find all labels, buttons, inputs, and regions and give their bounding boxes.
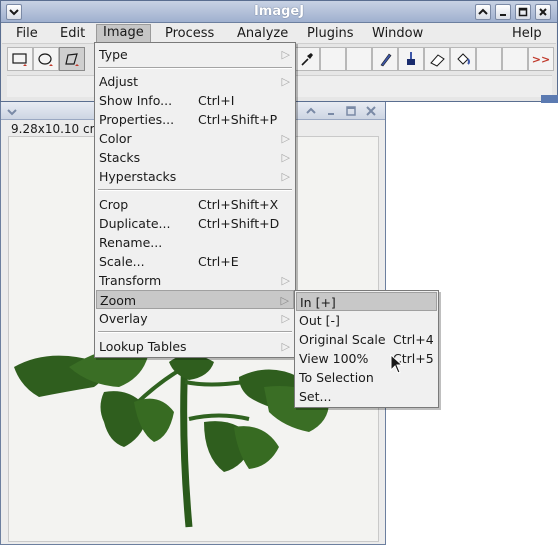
menu-item-crop-shortcut: Ctrl+Shift+X — [198, 197, 279, 212]
polygon-selection-tool-icon[interactable] — [59, 47, 85, 71]
paintbrush-tool-icon[interactable] — [398, 47, 424, 71]
oval-selection-tool-icon[interactable] — [33, 47, 59, 71]
close-icon[interactable] — [535, 4, 551, 20]
window-title: ImageJ — [253, 4, 305, 19]
menu-item-properties[interactable]: Properties... Ctrl+Shift+P — [96, 110, 294, 129]
menu-edit[interactable]: Edit — [54, 25, 91, 43]
color-picker-tool-icon[interactable] — [294, 47, 320, 71]
menu-item-overlay[interactable]: Overlay ▷ — [96, 309, 294, 328]
menu-item-overlay-label: Overlay — [99, 311, 148, 326]
image-info-text: 9.28x10.10 cm — [11, 122, 102, 136]
menu-item-adjust[interactable]: Adjust ▷ — [96, 72, 294, 91]
menu-item-transform[interactable]: Transform ▷ — [96, 271, 294, 290]
menu-item-crop-label: Crop — [99, 197, 129, 212]
menu-item-stacks[interactable]: Stacks ▷ — [96, 148, 294, 167]
zoom-in-label: In [+] — [300, 295, 336, 310]
original-scale-item[interactable]: Original Scale Ctrl+4 — [296, 330, 437, 349]
menu-file[interactable]: File — [10, 25, 44, 43]
maximize-icon[interactable] — [515, 4, 531, 20]
menu-item-transform-label: Transform — [99, 273, 162, 288]
menu-item-duplicate-label: Duplicate... — [99, 216, 171, 231]
menu-item-scale-label: Scale... — [99, 254, 145, 269]
submenu-arrow-icon: ▷ — [281, 340, 290, 353]
zoom-out-item[interactable]: Out [-] — [296, 311, 437, 330]
menu-image[interactable]: Image — [96, 24, 151, 44]
minimize-icon[interactable] — [495, 4, 511, 20]
menu-item-color-label: Color — [99, 131, 132, 146]
menu-separator — [98, 67, 292, 69]
submenu-arrow-icon: ▷ — [281, 151, 290, 164]
view-100-label: View 100% — [299, 351, 369, 366]
menu-bar: File Edit Image Process Analyze Plugins … — [2, 23, 556, 44]
image-shade-up-icon[interactable] — [305, 105, 317, 120]
menu-analyze[interactable]: Analyze — [231, 25, 294, 43]
menu-item-crop[interactable]: Crop Ctrl+Shift+X — [96, 195, 294, 214]
eraser-tool-icon[interactable] — [424, 47, 450, 71]
original-scale-label: Original Scale — [299, 332, 386, 347]
tool-slot-empty-1 — [320, 47, 346, 71]
more-tools-button[interactable]: >> — [528, 47, 554, 71]
menu-item-lookup-tables-label: Lookup Tables — [99, 339, 187, 354]
pencil-tool-icon[interactable] — [372, 47, 398, 71]
menu-item-zoom[interactable]: Zoom ▷ — [96, 290, 294, 309]
submenu-arrow-icon: ▷ — [280, 294, 289, 307]
menu-item-show-info[interactable]: Show Info... Ctrl+I — [96, 91, 294, 110]
resize-corner[interactable] — [541, 95, 558, 103]
submenu-arrow-icon: ▷ — [281, 312, 290, 325]
image-close-icon[interactable] — [365, 105, 377, 120]
menu-item-zoom-label: Zoom — [100, 293, 137, 308]
menu-item-show-info-label: Show Info... — [99, 93, 173, 108]
menu-item-properties-label: Properties... — [99, 112, 175, 127]
menu-separator — [98, 331, 292, 333]
menu-window[interactable]: Window — [366, 25, 429, 43]
menu-item-rename[interactable]: Rename... — [96, 233, 294, 252]
menu-item-scale-shortcut: Ctrl+E — [198, 254, 239, 269]
zoom-out-label: Out [-] — [299, 313, 340, 328]
menu-item-color[interactable]: Color ▷ — [96, 129, 294, 148]
menu-item-hyperstacks[interactable]: Hyperstacks ▷ — [96, 167, 294, 186]
menu-plugins[interactable]: Plugins — [301, 25, 360, 43]
image-maximize-icon[interactable] — [345, 105, 357, 120]
image-minimize-icon[interactable] — [325, 105, 337, 120]
rectangle-selection-tool-icon[interactable] — [7, 47, 33, 71]
menu-item-scale[interactable]: Scale... Ctrl+E — [96, 252, 294, 271]
menu-separator — [98, 189, 292, 191]
menu-item-type[interactable]: Type ▷ — [96, 45, 294, 64]
view-100-item[interactable]: View 100% Ctrl+5 — [296, 349, 437, 368]
image-window-menu-chevron-icon[interactable] — [7, 105, 17, 120]
set-zoom-item[interactable]: Set... — [296, 387, 437, 406]
menu-item-lookup-tables[interactable]: Lookup Tables ▷ — [96, 337, 294, 356]
zoom-submenu: In [+] Out [-] Original Scale Ctrl+4 Vie… — [294, 290, 439, 408]
submenu-arrow-icon: ▷ — [281, 48, 290, 61]
menu-process[interactable]: Process — [159, 25, 220, 43]
submenu-arrow-icon: ▷ — [281, 170, 290, 183]
shade-up-icon[interactable] — [475, 4, 491, 20]
submenu-arrow-icon: ▷ — [281, 75, 290, 88]
flood-fill-tool-icon[interactable] — [450, 47, 476, 71]
menu-item-properties-shortcut: Ctrl+Shift+P — [198, 112, 278, 127]
image-menu-dropdown: Type ▷ Adjust ▷ Show Info... Ctrl+I Prop… — [94, 42, 296, 358]
menu-item-type-label: Type — [99, 47, 128, 62]
to-selection-label: To Selection — [299, 370, 374, 385]
main-title-bar[interactable]: ImageJ — [1, 1, 557, 23]
menu-item-rename-label: Rename... — [99, 235, 163, 250]
set-zoom-label: Set... — [299, 389, 332, 404]
submenu-arrow-icon: ▷ — [281, 132, 290, 145]
zoom-in-item[interactable]: In [+] — [296, 292, 437, 311]
tool-slot-empty-2 — [346, 47, 372, 71]
mouse-cursor-icon — [390, 353, 404, 377]
original-scale-shortcut: Ctrl+4 — [393, 332, 434, 347]
tool-slot-empty-3 — [476, 47, 502, 71]
menu-item-duplicate-shortcut: Ctrl+Shift+D — [198, 216, 280, 231]
menu-item-stacks-label: Stacks — [99, 150, 141, 165]
submenu-arrow-icon: ▷ — [281, 274, 290, 287]
menu-item-adjust-label: Adjust — [99, 74, 139, 89]
to-selection-item[interactable]: To Selection — [296, 368, 437, 387]
menu-help[interactable]: Help — [506, 25, 548, 43]
menu-item-duplicate[interactable]: Duplicate... Ctrl+Shift+D — [96, 214, 294, 233]
menu-item-hyperstacks-label: Hyperstacks — [99, 169, 177, 184]
menu-item-show-info-shortcut: Ctrl+I — [198, 93, 235, 108]
tool-slot-empty-4 — [502, 47, 528, 71]
